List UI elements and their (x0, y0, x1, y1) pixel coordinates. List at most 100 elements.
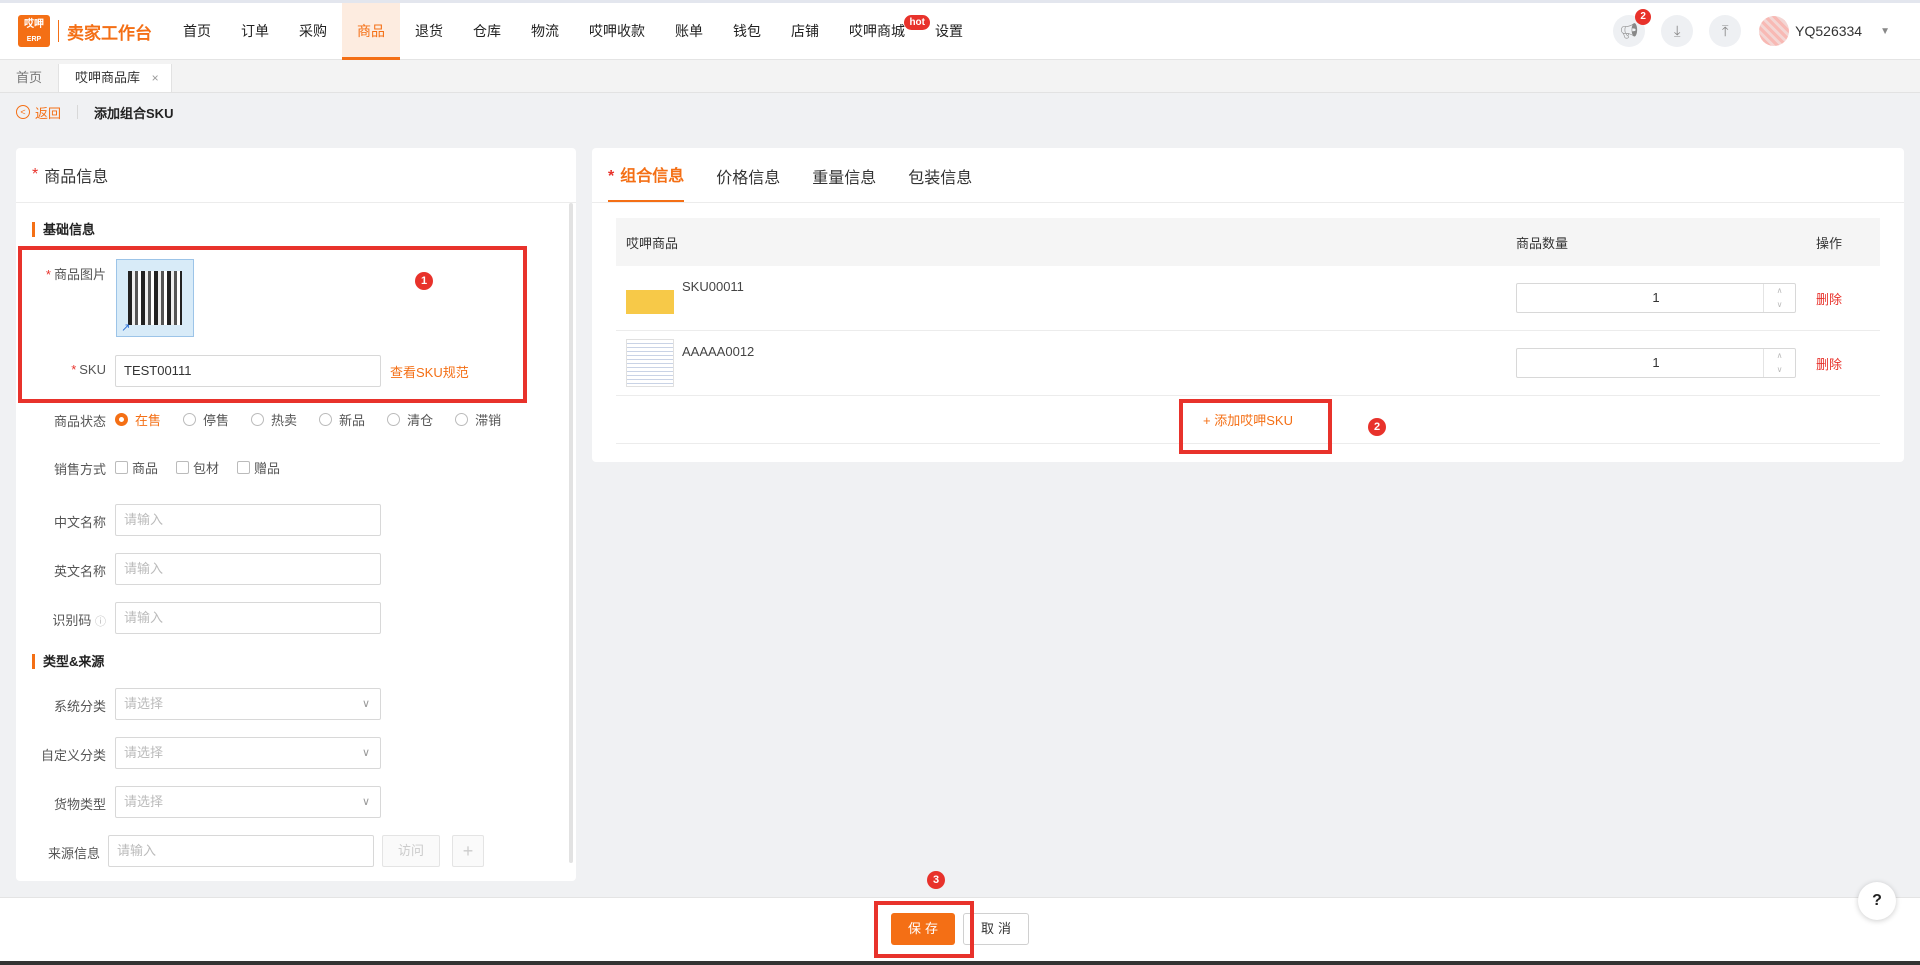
nav-item-orders[interactable]: 订单 (226, 3, 284, 60)
nav-item-products[interactable]: 商品 (342, 2, 400, 60)
nav-item-bills[interactable]: 账单 (660, 3, 718, 60)
table-row: AAAAA0012 1 ∧ ∨ 删除 (616, 331, 1880, 396)
nav-item-store[interactable]: 店铺 (776, 3, 834, 60)
nav-item-returns[interactable]: 退货 (400, 3, 458, 60)
quantity-value: 1 (1652, 290, 1660, 305)
status-radio-clearance[interactable]: 清仓 (387, 410, 433, 429)
sku-code: AAAAA0012 (682, 344, 755, 359)
tab-package-info[interactable]: 包装信息 (908, 164, 972, 202)
row-qty-cell: 1 ∧ ∨ (1516, 348, 1816, 378)
status-radio-stopped[interactable]: 停售 (183, 410, 229, 429)
upload-icon: ⤒ (1721, 22, 1729, 40)
page-title: 添加组合SKU (94, 105, 174, 121)
source-input[interactable]: 请输入 (108, 835, 374, 867)
sale-checkbox-packaging[interactable]: 包材 (176, 458, 219, 477)
nav-item-mall[interactable]: 哎呷商城 hot (834, 3, 930, 60)
row-action-cell: 删除 (1816, 289, 1880, 308)
chevron-left-icon: < (16, 105, 30, 119)
logo-icon: 哎呷 ERP (18, 15, 50, 47)
upload-button[interactable]: ⤒ (1709, 15, 1742, 47)
annotation-box-2 (1179, 399, 1332, 454)
window-bottom-edge (0, 961, 1920, 965)
cn-name-label: 中文名称 (53, 515, 106, 530)
sale-checkbox-goods[interactable]: 商品 (115, 458, 158, 477)
close-icon[interactable]: × (152, 71, 159, 85)
status-radio-new[interactable]: 新品 (319, 410, 365, 429)
table-row: SKU00011 1 ∧ ∨ 删除 (616, 266, 1880, 331)
nav-item-home[interactable]: 首页 (168, 3, 226, 60)
tab-price-info[interactable]: 价格信息 (716, 164, 780, 202)
download-button[interactable]: ⤓ (1661, 15, 1694, 47)
status-radio-hot[interactable]: 热卖 (251, 410, 297, 429)
nav-item-settings[interactable]: 设置 (920, 3, 978, 60)
add-source-button[interactable]: + (452, 835, 484, 867)
section-basic-info: 基础信息 (32, 222, 95, 237)
column-header-qty: 商品数量 (1516, 235, 1569, 251)
chevron-down-icon[interactable]: ▼ (1880, 26, 1890, 37)
tab-product-library[interactable]: 哎呷商品库 × (59, 64, 172, 92)
help-circle-icon: ⓘ (95, 616, 106, 628)
sku-thumbnail (626, 274, 674, 322)
row-product-cell: SKU00011 (616, 266, 1516, 330)
section-type-source: 类型&来源 (32, 654, 104, 669)
notification-button[interactable]: 📢︎ 2 (1613, 9, 1652, 47)
sys-category-select[interactable]: 请选择 ∨ (115, 688, 381, 720)
radio-dot (115, 413, 128, 426)
product-info-header: * 商品信息 (16, 148, 576, 203)
product-info-title: 商品信息 (44, 169, 109, 186)
tab-combo-info[interactable]: * 组合信息 (608, 162, 685, 202)
radio-dot (251, 413, 265, 426)
chevron-down-icon: ∨ (361, 698, 370, 710)
row-product-cell: AAAAA0012 (616, 331, 1516, 395)
status-radio-on-sale[interactable]: 在售 (115, 410, 161, 429)
annotation-number-2: 2 (1368, 418, 1386, 436)
chevron-down-icon: ∨ (361, 796, 370, 808)
nav-item-wallet[interactable]: 钱包 (718, 3, 776, 60)
notification-badge: 2 (1635, 9, 1652, 25)
radio-dot (387, 413, 401, 426)
username[interactable]: YQ526334 (1795, 23, 1862, 39)
avatar[interactable] (1759, 16, 1790, 46)
sale-method-group: 商品 包材 赠品 (115, 458, 298, 477)
stepper-arrows-icon[interactable]: ∧ ∨ (1763, 349, 1795, 377)
delete-button[interactable]: 删除 (1816, 292, 1842, 307)
column-header-product: 哎呷商品 (626, 235, 679, 251)
code-label: 识别码 ⓘ (52, 613, 106, 628)
page-tabs: 首页 哎呷商品库 × (0, 60, 1920, 93)
quantity-stepper[interactable]: 1 ∧ ∨ (1516, 348, 1796, 378)
chevron-down-icon: ∨ (361, 747, 370, 759)
nav-item-logistics[interactable]: 物流 (516, 3, 574, 60)
radio-dot (455, 413, 469, 426)
combo-tabs: * 组合信息 价格信息 重量信息 包装信息 (592, 148, 1904, 203)
main-nav: 首页 订单 采购 商品 退货 仓库 物流 哎呷收款 账单 钱包 店铺 哎呷商城 … (168, 2, 978, 60)
sys-category-label: 系统分类 (53, 699, 106, 714)
checkbox-box (237, 461, 251, 474)
en-name-input[interactable]: 请输入 (115, 553, 381, 585)
help-button[interactable]: ? (1858, 882, 1896, 920)
custom-category-select[interactable]: 请选择 ∨ (115, 737, 381, 769)
tab-weight-info[interactable]: 重量信息 (812, 164, 876, 202)
table-header: 哎呷商品 商品数量 操作 (616, 218, 1880, 266)
nav-item-warehouse[interactable]: 仓库 (458, 3, 516, 60)
source-label: 来源信息 (47, 846, 100, 861)
nav-item-payments[interactable]: 哎呷收款 (574, 3, 660, 60)
row-qty-cell: 1 ∧ ∨ (1516, 283, 1816, 313)
tab-home[interactable]: 首页 (0, 64, 60, 92)
back-button[interactable]: < 返回 (16, 103, 61, 122)
sale-method-label: 销售方式 (53, 462, 106, 477)
status-label: 商品状态 (53, 414, 106, 429)
status-radio-slow[interactable]: 滞销 (455, 410, 501, 429)
custom-category-label: 自定义分类 (40, 748, 106, 763)
code-input[interactable]: 请输入 (115, 602, 381, 634)
nav-item-purchase[interactable]: 采购 (284, 3, 342, 60)
scrollbar[interactable] (569, 203, 573, 863)
quantity-stepper[interactable]: 1 ∧ ∨ (1516, 283, 1796, 313)
brand-logo[interactable]: 哎呷 ERP 卖家工作台 (18, 15, 168, 47)
sale-checkbox-gift[interactable]: 赠品 (237, 458, 280, 477)
cn-name-input[interactable]: 请输入 (115, 504, 381, 536)
goods-type-select[interactable]: 请选择 ∨ (115, 786, 381, 818)
visit-button[interactable]: 访问 (382, 835, 440, 867)
delete-button[interactable]: 删除 (1816, 357, 1842, 372)
stepper-arrows-icon[interactable]: ∧ ∨ (1763, 284, 1795, 312)
goods-type-label: 货物类型 (53, 797, 106, 812)
